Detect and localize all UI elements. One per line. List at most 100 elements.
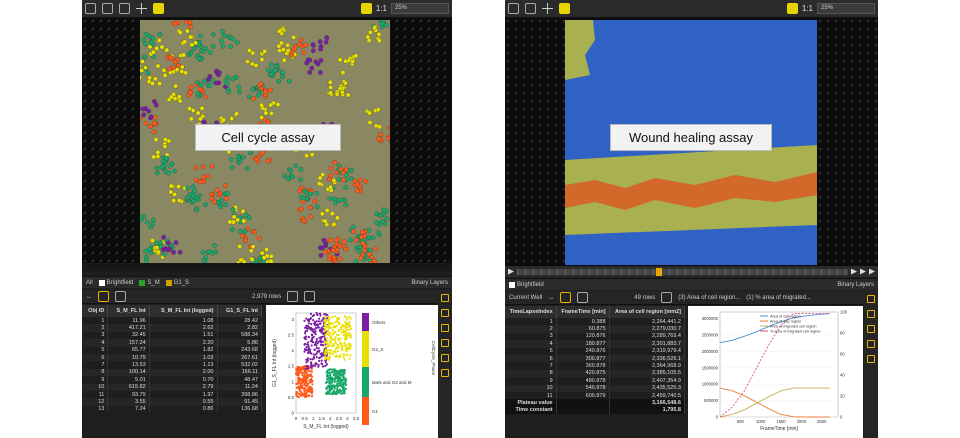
table-row[interactable]: 7 13.53 1.13 532.02 xyxy=(82,361,262,369)
crosshair-icon[interactable] xyxy=(542,3,553,14)
layer-toggle-icon[interactable] xyxy=(559,3,570,14)
scatter-point xyxy=(344,320,347,324)
graph-icon[interactable] xyxy=(85,3,96,14)
col-header[interactable]: G1_S_FL Int xyxy=(217,305,262,317)
table-row[interactable]: 5 65.77 1.82 243.68 xyxy=(82,346,262,354)
table-row[interactable]: 6 300.877 2,336,526.1 xyxy=(505,354,685,363)
crosshair-icon[interactable] xyxy=(136,3,147,14)
table-row[interactable]: 2 60.875 2,279,030.7 xyxy=(505,325,685,333)
image-canvas[interactable]: Wound healing assay xyxy=(505,18,878,268)
fit-icon[interactable] xyxy=(786,3,798,14)
layer-toggle-icon[interactable] xyxy=(153,3,164,14)
cell-dot xyxy=(240,154,246,160)
move-icon[interactable] xyxy=(867,295,875,303)
move-icon[interactable] xyxy=(441,294,449,302)
table-row[interactable]: 8 420.875 2,385,105.5 xyxy=(505,369,685,378)
series-dropdown-2[interactable]: (1) % area of migrated... xyxy=(746,295,811,301)
tab-g1-s[interactable]: G1_S xyxy=(165,279,189,286)
well-selector[interactable]: Current Well xyxy=(509,295,542,301)
swap-icon[interactable]: ↔ xyxy=(86,294,92,300)
scatter-plot[interactable]: 0 0.5 1 1.5 2 2.5 3 3.500.511.522.53S_M_FL Int … xyxy=(266,305,438,438)
lasso-icon[interactable] xyxy=(441,309,449,317)
table-row[interactable]: 10 615.82 2.79 11.24 xyxy=(82,383,262,391)
col-header[interactable]: S_M_FL Int (logged) xyxy=(149,305,218,317)
tab-brightfield[interactable]: Brightfield xyxy=(98,279,133,286)
col-header[interactable]: FrameTime [min] xyxy=(556,306,610,318)
line-chart[interactable]: 0 500000 1000000 1500000 2000000 2500000 30000… xyxy=(688,306,863,438)
table-row[interactable]: 3 120.876 2,289,769.4 xyxy=(505,332,685,341)
table-row[interactable]: 2 417.21 2.62 2.82 xyxy=(82,324,262,332)
binary-layers-label[interactable]: Binary Layers xyxy=(837,282,874,288)
network-icon[interactable] xyxy=(102,3,113,14)
ruler-icon[interactable] xyxy=(525,3,536,14)
table-row[interactable]: 1 11.96 1.08 28.42 xyxy=(82,317,262,325)
select-icon[interactable] xyxy=(867,310,875,318)
table-row[interactable]: 9 5.01 0.70 48.47 xyxy=(82,376,262,384)
col-header[interactable]: Area of cell region [mm2] xyxy=(609,306,685,318)
col-header[interactable]: S_M_FL Int xyxy=(107,305,150,317)
ruler-icon[interactable] xyxy=(119,3,130,14)
export-icon[interactable] xyxy=(577,292,589,303)
graph-icon[interactable] xyxy=(508,3,519,14)
timeline[interactable] xyxy=(505,266,878,277)
scatter-point xyxy=(310,352,313,355)
data-table[interactable]: Obj ID S_M_FL Int S_M_FL Int (logged) G1… xyxy=(82,305,262,438)
tab-all[interactable]: All xyxy=(86,280,93,286)
zoom-select[interactable]: 25% xyxy=(817,3,875,14)
table-icon[interactable] xyxy=(98,291,109,302)
prev-icon[interactable] xyxy=(851,268,857,275)
fit-icon[interactable] xyxy=(360,3,372,14)
scatter-point xyxy=(308,381,311,384)
scatter-point xyxy=(325,324,328,327)
table-icon[interactable] xyxy=(560,292,572,303)
table-row[interactable]: 12 3.55 0.55 91.45 xyxy=(82,398,262,406)
data-table[interactable]: TimeLapseIndex FrameTime [min] Area of c… xyxy=(505,306,685,438)
table-cell: 11.96 xyxy=(107,317,150,325)
play-icon[interactable] xyxy=(508,268,514,275)
tab-brightfield[interactable]: Brightfield xyxy=(509,281,544,288)
line-chart-icon[interactable] xyxy=(287,291,299,302)
table-row[interactable]: 7 360.878 2,364,968.9 xyxy=(505,362,685,370)
cell-dot xyxy=(343,80,348,86)
timeline-track[interactable] xyxy=(517,267,848,276)
cell-dot xyxy=(251,229,257,235)
table-row[interactable]: 10 540.878 2,435,525.3 xyxy=(505,384,685,392)
bar-chart-icon[interactable] xyxy=(304,291,316,302)
next-icon[interactable] xyxy=(860,268,866,275)
save-icon[interactable] xyxy=(867,355,875,363)
line-chart-icon[interactable] xyxy=(661,292,673,303)
cell-dot xyxy=(240,209,246,214)
table-row[interactable]: 1 0.388 2,264,441.2 xyxy=(505,318,685,326)
table-row[interactable]: 9 480.878 2,407,354.9 xyxy=(505,377,685,385)
swap-icon[interactable]: ↔ xyxy=(548,295,554,301)
zoom-select[interactable]: 25% xyxy=(391,3,449,14)
settings-icon[interactable] xyxy=(441,354,449,362)
end-icon[interactable] xyxy=(869,268,875,275)
settings-icon[interactable] xyxy=(867,340,875,348)
zoom-icon[interactable] xyxy=(441,324,449,332)
export-icon[interactable] xyxy=(115,291,126,302)
actual-size-button[interactable]: 1:1 xyxy=(376,4,387,13)
cell-dot xyxy=(319,245,325,251)
select-icon[interactable] xyxy=(441,339,449,347)
table-row[interactable]: 4 180.877 2,301,883.7 xyxy=(505,340,685,348)
table-row[interactable]: 4 157.24 2.20 5.86 xyxy=(82,339,262,347)
zoom-icon[interactable] xyxy=(867,325,875,333)
table-row[interactable]: 8 100.14 2.00 166.11 xyxy=(82,368,262,377)
timeline-thumb[interactable] xyxy=(656,267,663,276)
series-dropdown-1[interactable]: (3) Area of cell region... xyxy=(678,295,740,301)
image-canvas[interactable]: Cell cycle assay xyxy=(82,18,452,268)
save-icon[interactable] xyxy=(441,369,449,377)
table-row[interactable]: 11 600.879 2,459,740.5 xyxy=(505,391,685,400)
table-row[interactable]: 11 93.79 1.97 398.86 xyxy=(82,390,262,399)
table-row[interactable]: 13 7.24 0.86 136.68 xyxy=(82,405,262,414)
y-axis-label: G1_S_FL Int (logged) xyxy=(272,339,278,387)
tab-s-m[interactable]: S_M xyxy=(139,279,160,286)
binary-layers-label[interactable]: Binary Layers xyxy=(411,280,448,286)
table-row[interactable]: 5 240.876 2,319,979.4 xyxy=(505,347,685,355)
col-header[interactable]: Obj ID xyxy=(82,305,109,317)
col-header[interactable]: TimeLapseIndex xyxy=(505,306,557,318)
table-row[interactable]: 3 32.45 1.51 588.34 xyxy=(82,331,262,340)
table-row[interactable]: 6 10.79 1.03 267.61 xyxy=(82,353,262,362)
actual-size-button[interactable]: 1:1 xyxy=(802,4,813,13)
